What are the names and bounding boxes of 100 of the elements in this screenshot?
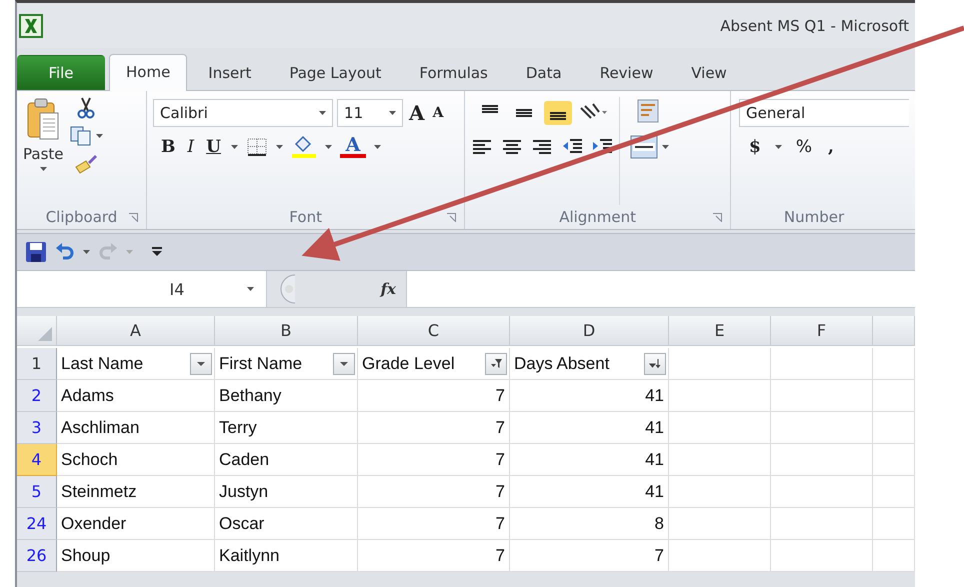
table-cell: 41: [510, 476, 669, 508]
customize-toolbar-icon[interactable]: [151, 247, 163, 257]
table-cell: 7: [358, 412, 510, 444]
row-header[interactable]: 24: [17, 508, 57, 540]
decrease-indent-icon[interactable]: [561, 138, 584, 156]
align-right-icon: [531, 138, 554, 156]
number-format-field[interactable]: General: [739, 99, 910, 127]
font-size-field[interactable]: 11: [337, 99, 404, 127]
increase-indent-icon[interactable]: [591, 138, 614, 156]
ribbon-tab[interactable]: View: [674, 55, 744, 90]
filter-active-button[interactable]: [485, 352, 507, 374]
column-title: Grade Level: [362, 354, 455, 374]
grow-font-button[interactable]: A: [407, 101, 427, 125]
column-header[interactable]: E: [669, 316, 771, 346]
caret-icon[interactable]: [247, 287, 254, 291]
group-label: Font: [289, 208, 322, 226]
ribbon-tab[interactable]: Review: [582, 55, 670, 90]
window-title: Absent MS Q1 - Microsoft: [720, 16, 909, 34]
dialog-launcher-icon[interactable]: [713, 213, 722, 222]
header-cell[interactable]: Last Name: [57, 348, 215, 380]
table-cell: Aschliman: [57, 412, 215, 444]
caret-icon[interactable]: [40, 167, 47, 171]
currency-button[interactable]: $: [747, 137, 763, 157]
caret-icon[interactable]: [774, 145, 782, 149]
ribbon-tab[interactable]: Data: [508, 55, 579, 90]
column-header[interactable]: D: [510, 316, 669, 346]
row-header[interactable]: 3: [17, 412, 57, 444]
copy-icon[interactable]: [70, 126, 92, 146]
save-icon[interactable]: [25, 241, 47, 263]
header-cell[interactable]: Days Absent: [510, 348, 669, 380]
ribbon-tab[interactable]: Insert: [191, 55, 268, 90]
align-left-icon: [471, 138, 494, 156]
caret-icon[interactable]: [96, 134, 102, 138]
paste-button[interactable]: Paste: [23, 97, 64, 205]
table-cell: Shoup: [57, 540, 215, 572]
clipboard-icon: [26, 97, 60, 141]
comma-button[interactable]: ,: [826, 137, 836, 157]
caret-icon[interactable]: [662, 145, 670, 149]
caret-icon[interactable]: [230, 145, 238, 149]
ribbon-tab[interactable]: Home: [109, 54, 188, 91]
row-header[interactable]: 26: [17, 540, 57, 572]
table-cell: Oxender: [57, 508, 215, 540]
table-cell: Adams: [57, 380, 215, 412]
sort-filter-button[interactable]: [644, 352, 666, 374]
column-header[interactable]: F: [771, 316, 873, 346]
caret-icon[interactable]: [276, 145, 283, 149]
caret-icon: [126, 250, 133, 254]
table-cell: [873, 348, 915, 380]
undo-icon[interactable]: [55, 242, 75, 262]
filter-dropdown-button[interactable]: [333, 352, 355, 374]
font-color-button[interactable]: A: [340, 136, 366, 158]
row-header[interactable]: 2: [17, 380, 57, 412]
caret-icon[interactable]: [374, 145, 381, 149]
bold-button[interactable]: B: [159, 137, 178, 157]
table-cell: 7: [358, 508, 510, 540]
table-cell: Kaitlynn: [215, 540, 358, 572]
header-cell[interactable]: Grade Level: [358, 348, 510, 380]
caret-icon[interactable]: [389, 111, 396, 115]
table-cell: [873, 444, 915, 476]
ribbon-tab[interactable]: Page Layout: [272, 55, 398, 90]
file-tab[interactable]: File: [17, 55, 105, 90]
column-title: Days Absent: [514, 354, 610, 374]
font-name-field[interactable]: Calibri: [153, 99, 334, 127]
filter-dropdown-button[interactable]: [190, 352, 212, 374]
ribbon-tab[interactable]: Formulas: [402, 55, 505, 90]
row-header[interactable]: 1: [17, 348, 57, 380]
column-header[interactable]: C: [358, 316, 510, 346]
italic-button[interactable]: I: [185, 137, 196, 157]
table-cell: [873, 412, 915, 444]
table-cell: 41: [510, 412, 669, 444]
row-header[interactable]: 5: [17, 476, 57, 508]
scissors-icon[interactable]: [77, 97, 95, 119]
column-header[interactable]: A: [57, 316, 215, 346]
row-header[interactable]: 4: [17, 444, 57, 476]
fill-color-icon[interactable]: [290, 135, 317, 159]
table-cell: 41: [510, 380, 669, 412]
filter-icon: [490, 358, 502, 369]
table-cell: Terry: [215, 412, 358, 444]
dialog-launcher-icon[interactable]: [447, 213, 456, 222]
underline-button[interactable]: U: [204, 137, 223, 157]
shrink-font-button[interactable]: A: [430, 105, 446, 121]
group-label: Clipboard: [46, 208, 118, 226]
borders-icon[interactable]: [246, 137, 268, 157]
table-cell: Steinmetz: [57, 476, 215, 508]
excel-logo-icon[interactable]: [19, 14, 43, 38]
percent-button[interactable]: %: [794, 137, 814, 157]
caret-icon[interactable]: [83, 250, 90, 254]
insert-function-button[interactable]: fx: [380, 280, 396, 298]
table-cell: 7: [358, 540, 510, 572]
header-cell[interactable]: First Name: [215, 348, 358, 380]
caret-icon[interactable]: [324, 145, 332, 149]
table-cell: Schoch: [57, 444, 215, 476]
sort-icon: [649, 358, 661, 369]
caret-icon[interactable]: [319, 111, 326, 115]
dialog-launcher-icon[interactable]: [129, 213, 138, 222]
column-header[interactable]: B: [215, 316, 358, 346]
table-cell: [873, 508, 915, 540]
table-cell: 41: [510, 444, 669, 476]
format-painter-icon[interactable]: [74, 153, 98, 175]
align-bottom-icon[interactable]: [544, 101, 572, 125]
